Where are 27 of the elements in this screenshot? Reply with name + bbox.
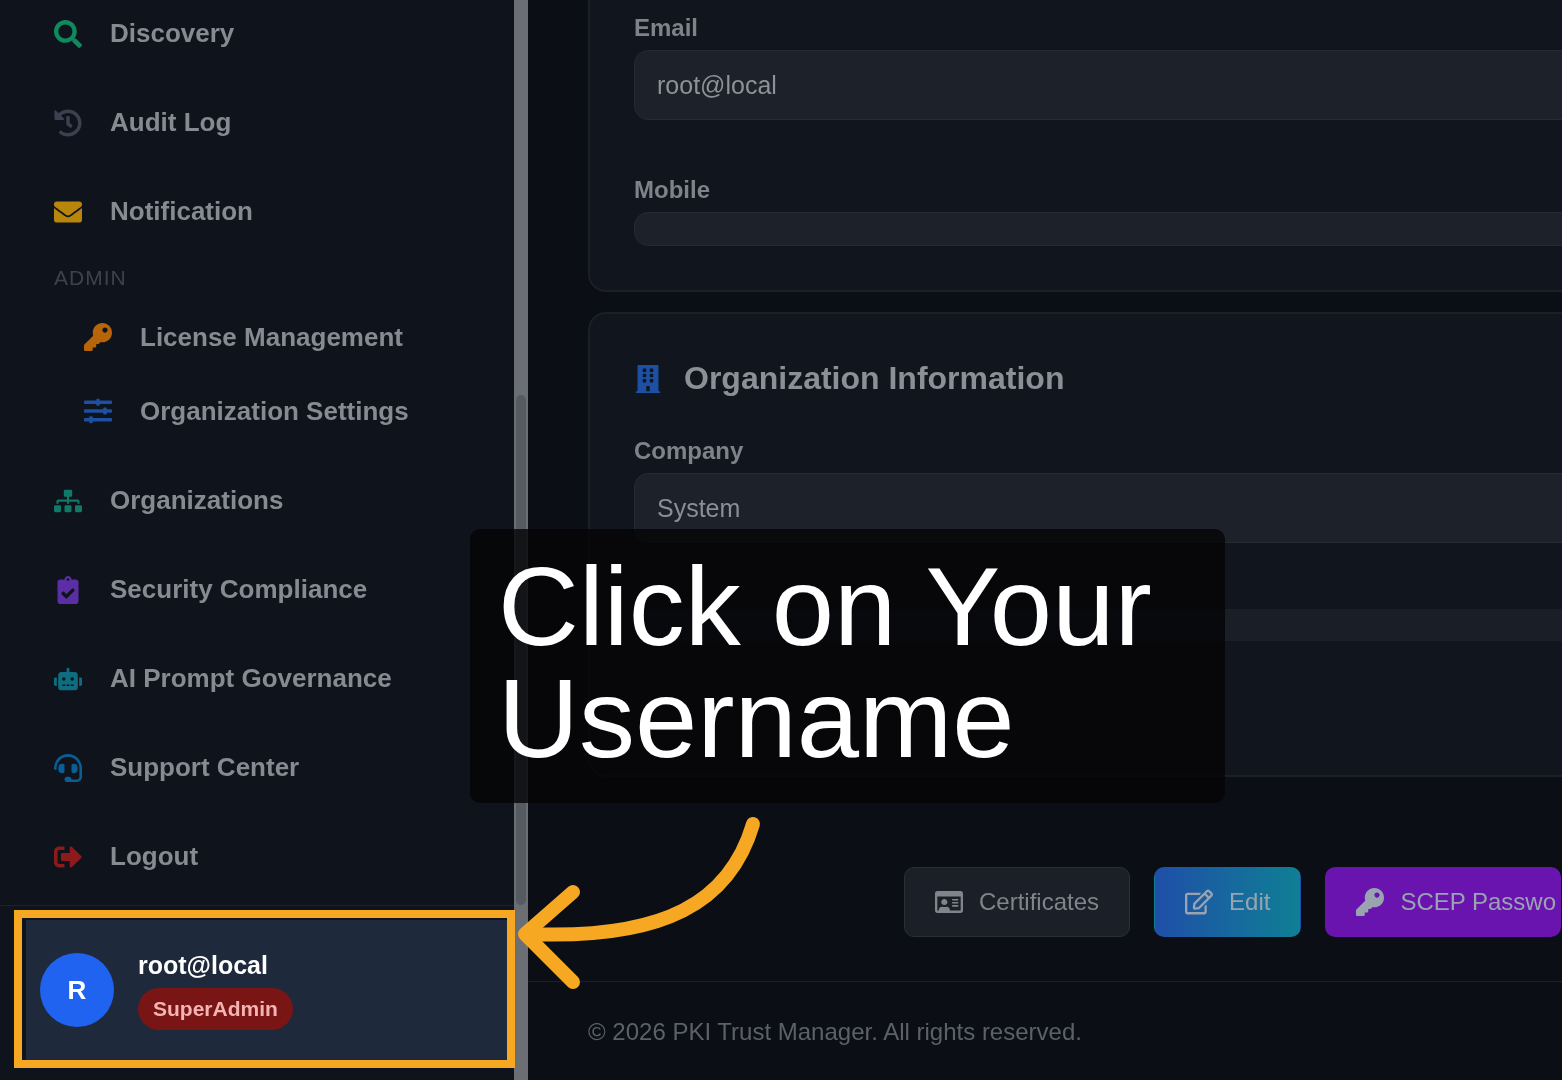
input-field[interactable]: root@local [634,50,1562,120]
field-label: Company [634,437,745,465]
edit-icon [1185,888,1214,916]
input-field[interactable] [634,212,1562,246]
role-badge: SuperAdmin [138,987,293,1030]
field-label: Email [634,14,700,42]
sidebar-item[interactable]: Notification [110,196,253,227]
sidebar-item[interactable]: Discovery [110,18,235,49]
sidebar-item[interactable]: Security Compliance [110,574,368,605]
copyright-text: © 2026 PKI Trust Manager. All rights reserved. [588,1018,1082,1045]
sidebar-item[interactable]: Logout [110,841,199,872]
card-title: Organization Information [684,360,1065,397]
field-label: Mobile [634,176,711,204]
annotation-tooltip: Click on Your Username [470,529,1225,803]
avatar: R [40,953,114,1027]
sidebar-item[interactable]: Organizations [110,485,284,516]
sidebar-item[interactable]: Support Center [110,752,300,783]
building-icon [634,364,662,393]
sidebar-item[interactable]: Organization Settings [140,395,409,427]
action-button[interactable]: Certificates [904,867,1131,937]
id-card-icon [935,888,963,916]
user-name: root@local [138,950,268,980]
sidebar-item[interactable]: AI Prompt Governance [110,663,392,694]
sidebar-item[interactable]: Audit Log [110,107,232,138]
sidebar-item[interactable]: License Management [140,321,403,353]
action-button[interactable]: SCEP Passwo [1325,867,1562,937]
key-icon [1356,888,1385,916]
